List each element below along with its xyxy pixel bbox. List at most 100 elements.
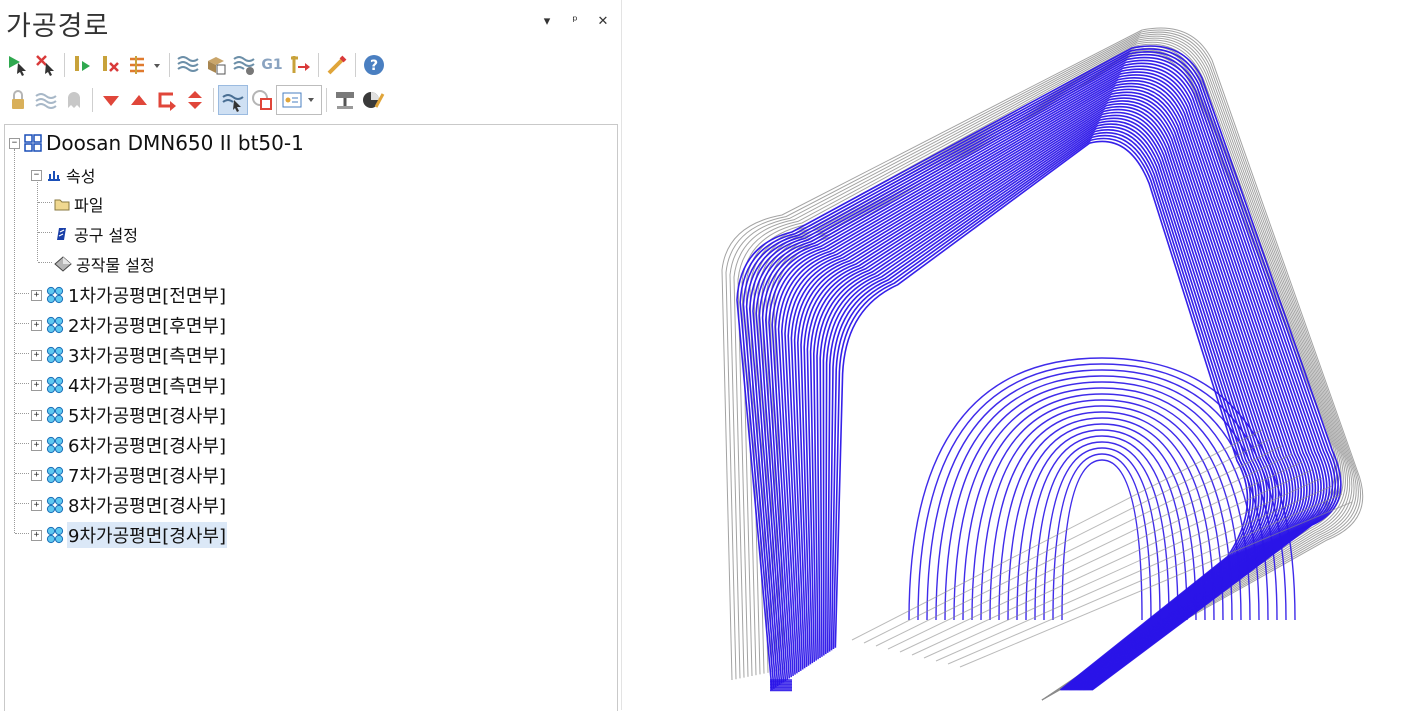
expand-toggle-icon[interactable]: +: [31, 289, 42, 301]
g1-label: G1: [261, 57, 283, 73]
tree-group-node[interactable]: +4차가공평면[측면부]: [31, 372, 227, 398]
tree-group-number: 5: [68, 406, 80, 427]
toolbar-separator: [355, 53, 356, 77]
expand-toggle-icon[interactable]: +: [31, 319, 42, 331]
tree-item-workpiece-settings[interactable]: 공작물 설정: [54, 252, 155, 276]
panel-title: 가공경로: [6, 11, 110, 42]
tree-group-number: 3: [68, 346, 80, 367]
expand-toggle-icon[interactable]: +: [31, 409, 42, 421]
collapse-toggle-icon[interactable]: −: [31, 169, 42, 181]
tree-group-title: 차가공평면[전면부]: [79, 286, 226, 307]
tree-group-node[interactable]: +1차가공평면[전면부]: [31, 282, 227, 308]
display-options-icon[interactable]: [276, 85, 322, 115]
tool-delete-icon[interactable]: [97, 51, 125, 79]
tree-group-label: 2차가공평면[후면부]: [67, 312, 227, 338]
tree-group-title: 차가공평면[경사부]: [79, 526, 226, 547]
panel-pin-icon[interactable]: ᵖ: [567, 14, 583, 29]
tree-group-node[interactable]: +7차가공평면[경사부]: [31, 462, 227, 488]
tree-group-node[interactable]: +3차가공평면[측면부]: [31, 342, 227, 368]
machine-grid-icon: [24, 134, 42, 152]
tree-item-label: 파일: [74, 196, 104, 215]
toolpath-group-icon: [46, 286, 64, 304]
toolbar-row-1: G1 ?: [4, 50, 388, 80]
toolbar-separator: [64, 53, 65, 77]
tree-group-title: 차가공평면[측면부]: [79, 346, 226, 367]
simulate-icon[interactable]: [331, 86, 359, 114]
tree-group-node[interactable]: +9차가공평면[경사부]: [31, 522, 227, 548]
tree-connector: [38, 232, 52, 233]
tree-item-tool-settings[interactable]: 공구 설정: [54, 222, 138, 246]
reorder-icon[interactable]: [125, 51, 165, 79]
toolpath-group-icon: [46, 526, 64, 544]
tree-group-node[interactable]: +2차가공평면[후면부]: [31, 312, 227, 338]
tree-properties-node[interactable]: − 속성: [31, 163, 95, 187]
tree-group-title: 차가공평면[경사부]: [79, 436, 226, 457]
tool-icon: [57, 228, 66, 240]
expand-toggle-icon[interactable]: +: [31, 439, 42, 451]
path-select-icon[interactable]: [218, 85, 248, 115]
wave-icon[interactable]: [32, 86, 60, 114]
stock-icon[interactable]: [202, 51, 230, 79]
wand-icon[interactable]: [323, 51, 351, 79]
collapse-toggle-icon[interactable]: −: [9, 137, 20, 149]
ghost-icon[interactable]: [60, 86, 88, 114]
toolpath-tree: − Doosan DMN650 II bt50-1 − 속성 파일 공구 설정 …: [4, 124, 618, 711]
tree-connector: [15, 293, 29, 294]
3d-toolpath-viewport[interactable]: [622, 0, 1416, 710]
toolpath-line: [1043, 447, 1161, 621]
panel-title-controls: ▾ ᵖ ✕: [539, 14, 611, 29]
layers-icon[interactable]: [174, 51, 202, 79]
panel-menu-dropdown-icon[interactable]: ▾: [539, 14, 555, 29]
expand-toggle-icon[interactable]: +: [31, 349, 42, 361]
settings-layers-icon[interactable]: [230, 51, 258, 79]
tree-root-node[interactable]: − Doosan DMN650 II bt50-1: [9, 131, 304, 155]
tree-item-label: 공작물 설정: [76, 256, 155, 275]
toolpath-group-icon: [46, 316, 64, 334]
tool-arrow-icon[interactable]: [286, 51, 314, 79]
tree-group-label: 4차가공평면[측면부]: [67, 372, 227, 398]
expand-toggle-icon[interactable]: +: [31, 469, 42, 481]
tree-group-node[interactable]: +8차가공평면[경사부]: [31, 492, 227, 518]
tree-connector: [38, 202, 52, 203]
lock-icon[interactable]: [4, 86, 32, 114]
select-play-icon[interactable]: [4, 51, 32, 79]
help-icon[interactable]: ?: [360, 51, 388, 79]
toolpath-group-icon: [46, 346, 64, 364]
expand-toggle-icon[interactable]: +: [31, 529, 42, 541]
tree-group-label: 5차가공평면[경사부]: [67, 402, 227, 428]
tree-group-number: 6: [68, 436, 80, 457]
toolbar-separator: [213, 88, 214, 112]
tree-group-number: 7: [68, 466, 80, 487]
tree-group-label: 3차가공평면[측면부]: [67, 342, 227, 368]
tree-group-number: 4: [68, 376, 80, 397]
panel-close-icon[interactable]: ✕: [595, 14, 611, 29]
expand-collapse-icon[interactable]: [181, 86, 209, 114]
tree-connector: [15, 473, 29, 474]
tree-group-title: 차가공평면[측면부]: [79, 376, 226, 397]
tree-connector: [15, 503, 29, 504]
tree-properties-label: 속성: [66, 167, 96, 186]
tree-item-label: 공구 설정: [74, 226, 138, 245]
toolpath-group-icon: [46, 376, 64, 394]
tree-group-number: 1: [68, 286, 80, 307]
tool-play-icon[interactable]: [69, 51, 97, 79]
render-icon[interactable]: [359, 86, 387, 114]
tree-group-node[interactable]: +6차가공평면[경사부]: [31, 432, 227, 458]
move-down-icon[interactable]: [97, 86, 125, 114]
expand-toggle-icon[interactable]: +: [31, 499, 42, 511]
path-copy-icon[interactable]: [248, 86, 276, 114]
toolbar-separator: [92, 88, 93, 112]
toolpath-line: [1061, 459, 1143, 621]
deselect-icon[interactable]: [32, 51, 60, 79]
tree-group-label: 1차가공평면[전면부]: [67, 282, 227, 308]
tree-item-file[interactable]: 파일: [54, 192, 103, 216]
g1-icon[interactable]: G1: [258, 51, 286, 79]
svg-text:?: ?: [370, 58, 378, 74]
tree-group-label: 9차가공평면[경사부]: [67, 522, 227, 548]
tree-group-node[interactable]: +5차가공평면[경사부]: [31, 402, 227, 428]
move-up-icon[interactable]: [125, 86, 153, 114]
expand-toggle-icon[interactable]: +: [31, 379, 42, 391]
loop-icon[interactable]: [153, 86, 181, 114]
toolpath-line: [1016, 429, 1188, 621]
tree-root-label: Doosan DMN650 II bt50-1: [46, 131, 304, 155]
